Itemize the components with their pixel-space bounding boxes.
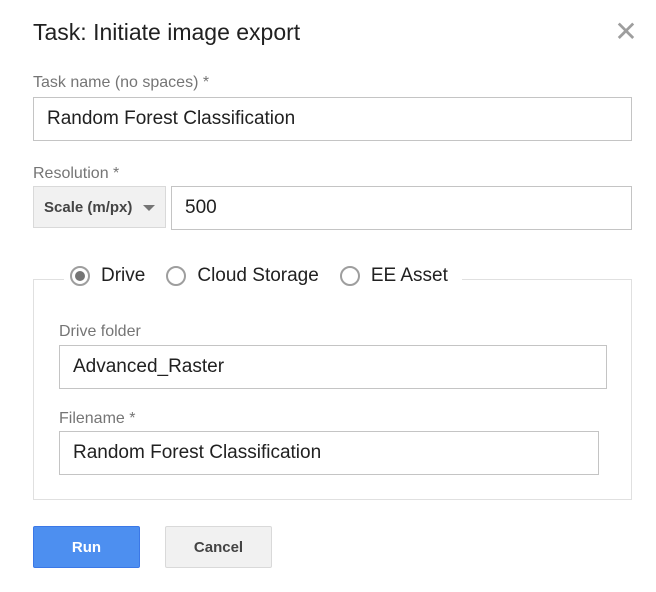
close-icon[interactable]: ✕ xyxy=(612,18,640,46)
radio-option-ee-asset[interactable]: EE Asset xyxy=(339,265,448,287)
radio-unchecked-icon[interactable] xyxy=(166,266,187,286)
run-button[interactable]: Run xyxy=(33,526,140,568)
radio-label-cloud-storage: Cloud Storage xyxy=(197,265,319,286)
filename-input[interactable] xyxy=(59,431,599,475)
resolution-mode-select[interactable]: Scale (m/px) xyxy=(33,186,166,228)
resolution-label: Resolution * xyxy=(33,165,120,182)
cancel-button[interactable]: Cancel xyxy=(165,526,272,568)
chevron-down-icon xyxy=(143,205,155,211)
task-name-input[interactable] xyxy=(33,97,632,141)
drive-folder-input[interactable] xyxy=(59,345,607,389)
radio-unchecked-icon[interactable] xyxy=(339,266,360,286)
drive-folder-label: Drive folder xyxy=(59,323,141,340)
radio-option-cloud-storage[interactable]: Cloud Storage xyxy=(166,265,319,287)
export-dialog: Task: Initiate image export ✕ Task name … xyxy=(0,0,656,592)
radio-checked-icon[interactable] xyxy=(70,266,90,286)
task-name-label: Task name (no spaces) * xyxy=(33,74,210,91)
destination-radio-group: Drive Cloud Storage EE Asset xyxy=(64,260,462,292)
radio-label-drive: Drive xyxy=(101,265,146,286)
dialog-title: Task: Initiate image export xyxy=(33,19,301,45)
radio-label-ee-asset: EE Asset xyxy=(370,265,448,286)
resolution-mode-value: Scale (m/px) xyxy=(44,198,133,216)
filename-label: Filename * xyxy=(59,410,136,427)
radio-option-drive[interactable]: Drive xyxy=(70,265,145,287)
resolution-value-input[interactable] xyxy=(171,186,632,230)
